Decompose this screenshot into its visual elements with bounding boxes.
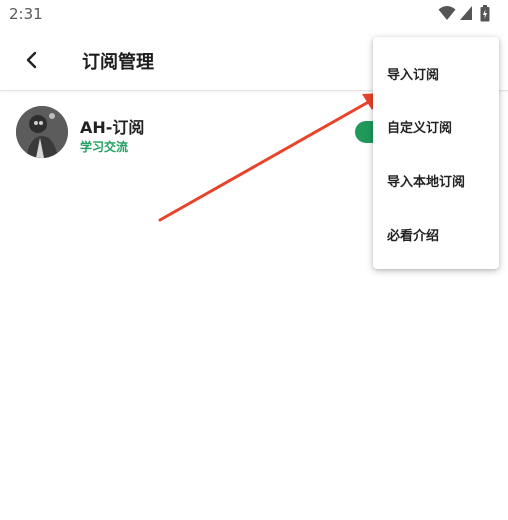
menu-item-import-subscription[interactable]: 导入订阅	[373, 46, 499, 100]
status-bar: 2:31	[0, 0, 508, 30]
avatar	[16, 106, 68, 158]
subscription-group: 学习交流	[80, 140, 129, 154]
overflow-menu: 导入订阅 自定义订阅 导入本地订阅 必看介绍	[373, 37, 499, 269]
status-time: 2:31	[9, 5, 43, 23]
menu-item-label: 导入订阅	[387, 67, 440, 83]
back-button[interactable]	[18, 46, 46, 74]
back-arrow-icon	[26, 51, 37, 69]
wifi-icon	[438, 6, 456, 20]
menu-item-label: 自定义订阅	[387, 120, 453, 136]
page-title: 订阅管理	[82, 52, 154, 73]
subscription-name: AH-订阅	[80, 118, 145, 137]
menu-item-label: 必看介绍	[387, 228, 440, 244]
signal-icon	[460, 6, 472, 20]
menu-item-custom-subscription[interactable]: 自定义订阅	[373, 99, 499, 153]
menu-item-label: 导入本地订阅	[387, 174, 466, 190]
menu-item-introduction[interactable]: 必看介绍	[373, 207, 499, 261]
menu-item-import-local-subscription[interactable]: 导入本地订阅	[373, 153, 499, 207]
battery-icon	[480, 5, 490, 22]
